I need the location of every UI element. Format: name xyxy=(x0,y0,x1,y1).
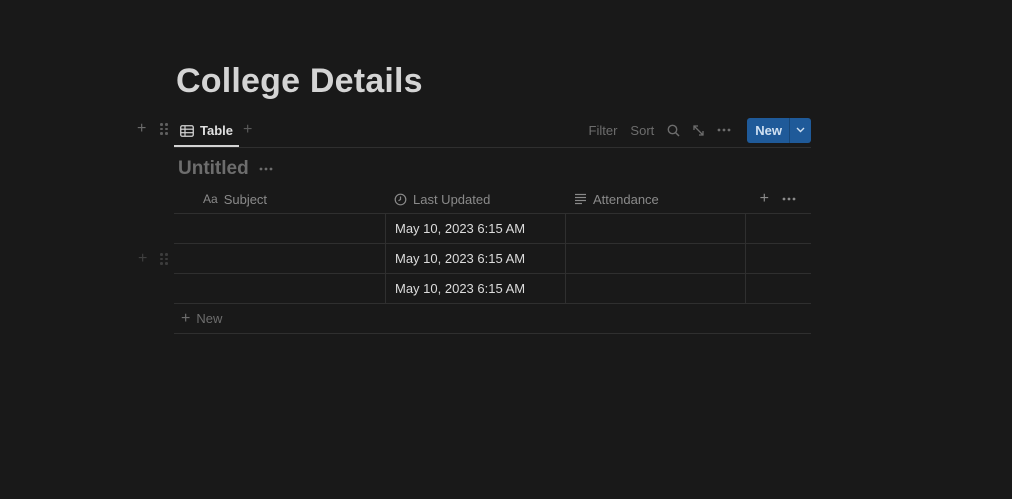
drag-handle-icon[interactable] xyxy=(160,123,168,135)
view-title-group: Untitled xyxy=(178,158,273,180)
new-row-label: New xyxy=(196,311,223,326)
cell-last-updated[interactable]: May 10, 2023 6:15 AM xyxy=(385,214,565,243)
filter-button[interactable]: Filter xyxy=(589,123,618,138)
new-button-group: New xyxy=(747,117,811,143)
column-label: Subject xyxy=(223,191,268,207)
cell-last-updated[interactable]: May 10, 2023 6:15 AM xyxy=(385,244,565,273)
add-view-icon[interactable]: + xyxy=(243,121,252,139)
page-title: College Details xyxy=(176,62,423,100)
view-toolbar: Filter Sort New xyxy=(589,117,811,143)
add-block-icon[interactable]: + xyxy=(137,121,146,137)
column-actions: + xyxy=(745,185,811,213)
expand-icon[interactable] xyxy=(692,124,705,137)
chevron-down-icon[interactable] xyxy=(789,117,811,143)
text-lines-icon xyxy=(575,193,586,205)
plus-icon: + xyxy=(181,309,191,327)
cell-last-updated[interactable]: May 10, 2023 6:15 AM xyxy=(385,274,565,303)
cell-attendance[interactable] xyxy=(565,274,746,303)
column-header-last-updated[interactable]: Last Updated xyxy=(385,185,565,213)
column-header-subject[interactable]: Aa Subject xyxy=(174,185,385,213)
search-icon[interactable] xyxy=(667,124,680,137)
table-icon xyxy=(180,124,194,137)
column-label: Attendance xyxy=(593,191,659,207)
cell-empty xyxy=(745,274,812,303)
cell-subject[interactable] xyxy=(174,214,385,243)
table-row[interactable]: May 10, 2023 6:15 AM xyxy=(174,274,811,304)
more-options-icon[interactable] xyxy=(717,128,731,132)
tab-table[interactable]: Table xyxy=(174,116,239,147)
column-more-icon[interactable] xyxy=(782,197,796,201)
sort-button[interactable]: Sort xyxy=(630,123,654,138)
table-row[interactable]: May 10, 2023 6:15 AM xyxy=(174,244,811,274)
view-more-icon[interactable] xyxy=(259,167,273,171)
cell-empty xyxy=(745,214,812,243)
add-row-icon[interactable]: + xyxy=(138,251,147,267)
cell-attendance[interactable] xyxy=(565,214,746,243)
table-header: Aa Subject Last Updated Attendance + xyxy=(174,185,811,214)
view-title[interactable]: Untitled xyxy=(178,158,249,180)
new-button[interactable]: New xyxy=(747,117,789,143)
tab-table-label: Table xyxy=(200,123,233,138)
cell-empty xyxy=(745,244,812,273)
add-new-row-button[interactable]: + New xyxy=(174,304,811,334)
add-column-icon[interactable]: + xyxy=(760,190,769,208)
cell-subject[interactable] xyxy=(174,274,385,303)
database-table: Aa Subject Last Updated Attendance + May… xyxy=(174,185,811,334)
table-row[interactable]: May 10, 2023 6:15 AM xyxy=(174,214,811,244)
column-header-attendance[interactable]: Attendance xyxy=(565,185,745,213)
row-drag-handle-icon[interactable] xyxy=(160,253,168,265)
text-property-icon: Aa xyxy=(203,192,218,206)
column-label: Last Updated xyxy=(413,191,491,207)
cell-subject[interactable] xyxy=(174,244,385,273)
cell-attendance[interactable] xyxy=(565,244,746,273)
view-tab-bar: Table + Filter Sort New xyxy=(174,116,811,148)
clock-icon xyxy=(394,193,407,205)
